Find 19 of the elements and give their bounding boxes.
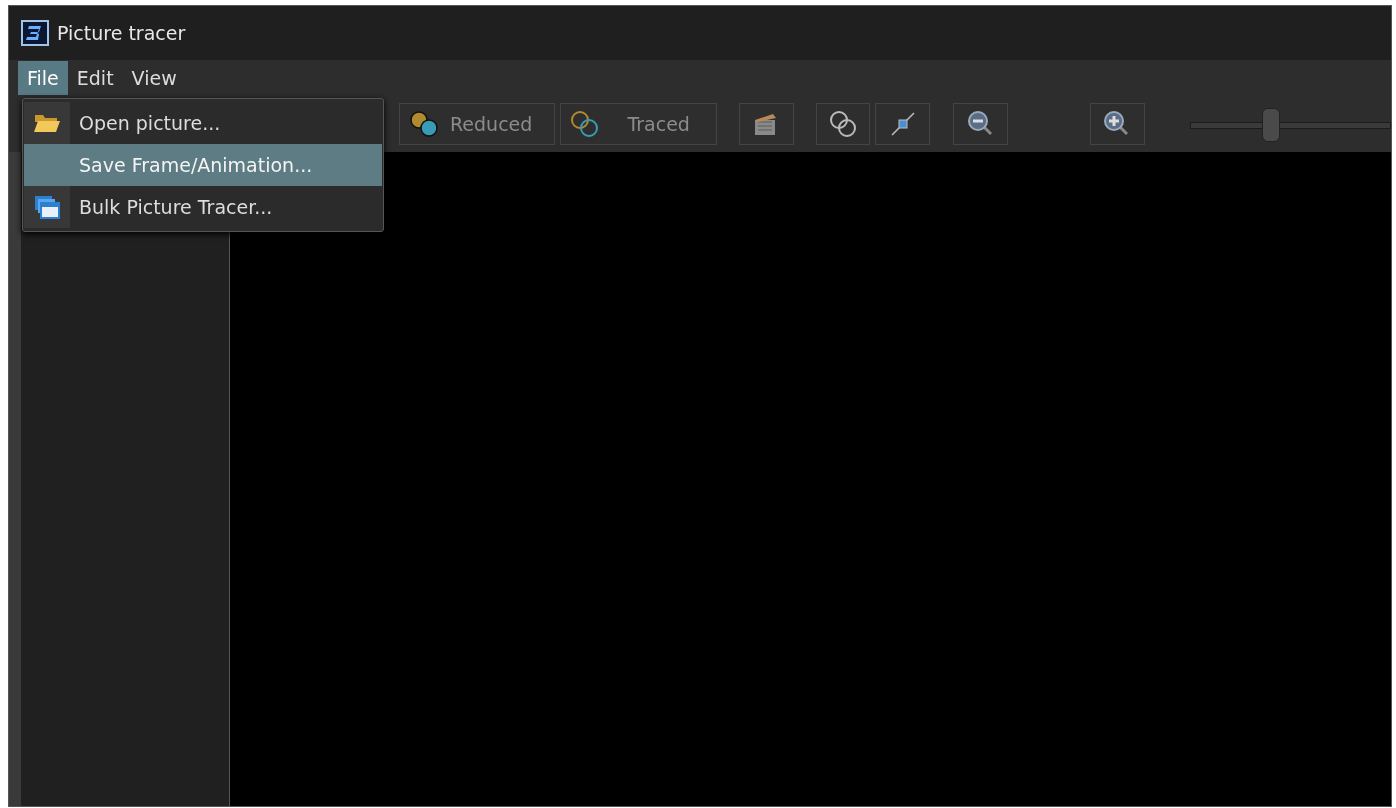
toolbar-button[interactable] <box>953 103 1009 145</box>
toolbar-button[interactable]: Traced <box>560 103 717 145</box>
window-title: Picture tracer <box>57 22 186 44</box>
toolbar-button[interactable] <box>1090 103 1145 145</box>
toolbar-button[interactable]: Reduced <box>399 103 556 145</box>
toolbar-button[interactable] <box>738 103 794 145</box>
toolbar-button[interactable] <box>875 103 931 145</box>
menu-item[interactable]: File <box>18 61 68 95</box>
windows-stack-icon <box>33 195 61 219</box>
menu-item[interactable]: Open picture... <box>24 102 382 144</box>
slider-thumb[interactable] <box>1262 108 1281 142</box>
menu-item[interactable]: Save Frame/Animation... <box>24 144 382 186</box>
folder-icon <box>33 112 61 134</box>
toolbar-button[interactable] <box>815 103 871 145</box>
app-logo-icon <box>21 20 49 46</box>
menu-item[interactable]: Edit <box>67 61 123 95</box>
menu-item[interactable]: View <box>122 61 186 95</box>
menu-item[interactable]: Bulk Picture Tracer... <box>24 186 382 228</box>
overlapping-circles-icon <box>828 109 859 139</box>
